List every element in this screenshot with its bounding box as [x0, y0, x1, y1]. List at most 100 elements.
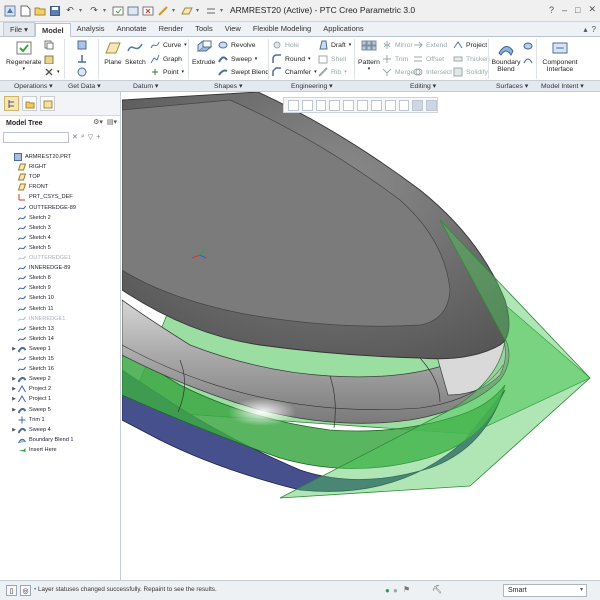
tree-item[interactable]: Sketch 15: [10, 354, 54, 364]
shell-button[interactable]: Shell: [318, 54, 346, 64]
group-model-intent[interactable]: Model Intent ▾: [541, 82, 584, 90]
undo-icon[interactable]: ↶: [64, 5, 76, 17]
solidify-button[interactable]: Solidify: [453, 67, 488, 77]
armrest-inner-face[interactable]: [122, 99, 451, 327]
display-style-icon[interactable]: [343, 99, 355, 111]
plane-button[interactable]: Plane: [104, 39, 122, 66]
group-datum[interactable]: Datum ▾: [133, 82, 158, 90]
tree-settings-icon[interactable]: ⚙▾: [93, 118, 103, 126]
open-file-icon[interactable]: [34, 5, 46, 17]
customize-dropdown-icon[interactable]: ▾: [220, 7, 226, 14]
refit-icon[interactable]: [288, 99, 299, 111]
tree-item[interactable]: PRT_CSYS_DEF: [10, 192, 73, 202]
folder-browser-tab[interactable]: [22, 96, 37, 111]
search-icon[interactable]: ⌕: [81, 133, 85, 141]
expand-arrow-icon[interactable]: ▶: [10, 427, 18, 433]
tree-item[interactable]: FRONT: [10, 182, 48, 192]
merge-button[interactable]: Merge: [382, 67, 414, 77]
hole-button[interactable]: Hole: [272, 40, 299, 50]
sketch-dropdown-icon[interactable]: ▾: [172, 7, 178, 14]
annotation-display-icon[interactable]: [412, 99, 424, 111]
show-menu-icon[interactable]: ▤▾: [107, 118, 117, 126]
browser-icon[interactable]: ◎: [20, 585, 31, 596]
tree-item[interactable]: Boundary Blend 1: [10, 435, 73, 445]
thicken-button[interactable]: Thicken: [453, 54, 490, 64]
tree-item[interactable]: INNEREDGE-89: [10, 263, 70, 273]
copy-geometry-button[interactable]: [77, 54, 87, 64]
search-input[interactable]: [3, 131, 69, 143]
tab-view[interactable]: View: [219, 22, 247, 36]
freestyle-button[interactable]: [523, 41, 533, 51]
zoom-out-icon[interactable]: [315, 99, 327, 111]
selection-filter-dropdown[interactable]: Smart ▾: [503, 584, 587, 597]
view-manager-icon[interactable]: [370, 99, 382, 111]
group-editing[interactable]: Editing ▾: [410, 82, 436, 90]
plane-dropdown-icon[interactable]: ▾: [196, 7, 202, 14]
project-button[interactable]: Project: [453, 40, 487, 50]
tree-item[interactable]: Sketch 14: [10, 334, 54, 344]
boundary-blend-button[interactable]: Boundary Blend: [491, 39, 521, 73]
model-viewport[interactable]: [122, 92, 600, 580]
spin-center-icon[interactable]: [426, 99, 437, 111]
windows-icon[interactable]: [127, 5, 139, 17]
regeneration-status-icon[interactable]: ●: [385, 586, 390, 595]
plane-quick-icon[interactable]: [181, 5, 193, 17]
tree-item[interactable]: RIGHT: [10, 162, 46, 172]
filter-icon[interactable]: ▽: [88, 133, 93, 141]
tab-annotate[interactable]: Annotate: [111, 22, 153, 36]
datum-display-icon[interactable]: [398, 99, 410, 111]
regenerate-button[interactable]: Regenerate ▾: [6, 39, 42, 72]
offset-button[interactable]: Offset: [413, 54, 444, 64]
regenerate-quick-icon[interactable]: [112, 5, 124, 17]
expand-arrow-icon[interactable]: ▶: [10, 376, 18, 382]
copy-button[interactable]: [44, 40, 54, 50]
component-interface-button[interactable]: Component Interface: [542, 39, 578, 73]
draft-button[interactable]: Draft ▾: [318, 40, 351, 50]
help-icon[interactable]: ?: [549, 5, 554, 15]
model-tree-tab[interactable]: [4, 96, 19, 111]
find-icon[interactable]: ⛏: [432, 585, 442, 594]
tree-item[interactable]: Sketch 11: [10, 304, 53, 314]
rib-button[interactable]: Rib ▾: [318, 67, 347, 77]
maximize-icon[interactable]: □: [575, 5, 580, 15]
close-window-icon[interactable]: [142, 5, 154, 17]
tab-flexible-modeling[interactable]: Flexible Modeling: [247, 22, 317, 36]
tree-item[interactable]: Sketch 13: [10, 324, 54, 334]
intersect-button[interactable]: Intersect: [413, 67, 452, 77]
saved-orientations-icon[interactable]: [357, 99, 368, 111]
tree-item[interactable]: Sketch 10: [10, 293, 54, 303]
tree-item[interactable]: Sketch 8: [10, 273, 51, 283]
tree-item[interactable]: ▶ Sweep 4: [10, 425, 51, 435]
curve-button[interactable]: Curve ▾: [150, 40, 187, 50]
tab-render[interactable]: Render: [153, 22, 190, 36]
tree-item[interactable]: Sketch 2: [10, 213, 51, 223]
tab-model[interactable]: Model: [34, 23, 71, 37]
tree-item[interactable]: ▶ Sweep 5: [10, 405, 51, 415]
tree-item[interactable]: OUTTEREDGE-89: [10, 203, 76, 213]
tree-item[interactable]: Sketch 4: [10, 233, 51, 243]
customize-icon[interactable]: [205, 5, 217, 17]
redo-icon[interactable]: ↷: [88, 5, 100, 17]
style-button[interactable]: [523, 55, 533, 65]
extrude-button[interactable]: Extrude: [192, 39, 215, 66]
shrinkwrap-button[interactable]: [77, 67, 87, 77]
expand-arrow-icon[interactable]: ▶: [10, 396, 18, 402]
tree-item[interactable]: ▶ Sweep 1: [10, 344, 51, 354]
clear-search-icon[interactable]: ✕: [72, 133, 78, 141]
perspective-icon[interactable]: [384, 99, 396, 111]
show-navigator-icon[interactable]: ▯: [6, 585, 17, 596]
sketch-button[interactable]: Sketch: [125, 39, 146, 66]
revolve-button[interactable]: Revolve: [218, 40, 256, 50]
close-icon[interactable]: ✕: [588, 4, 596, 15]
group-engineering[interactable]: Engineering ▾: [291, 82, 333, 90]
delete-button[interactable]: ▾: [44, 67, 60, 77]
tab-file[interactable]: File ▾: [3, 22, 35, 36]
trim-button[interactable]: Trim: [382, 54, 408, 64]
undo-dropdown-icon[interactable]: ▾: [79, 7, 85, 14]
graphics-window[interactable]: [122, 92, 600, 580]
zoom-in-icon[interactable]: [301, 99, 313, 111]
tree-item[interactable]: OUTTEREDGE1: [10, 253, 71, 263]
expand-arrow-icon[interactable]: ▶: [10, 346, 18, 352]
help-icon[interactable]: ?: [592, 25, 596, 34]
tab-analysis[interactable]: Analysis: [71, 22, 111, 36]
